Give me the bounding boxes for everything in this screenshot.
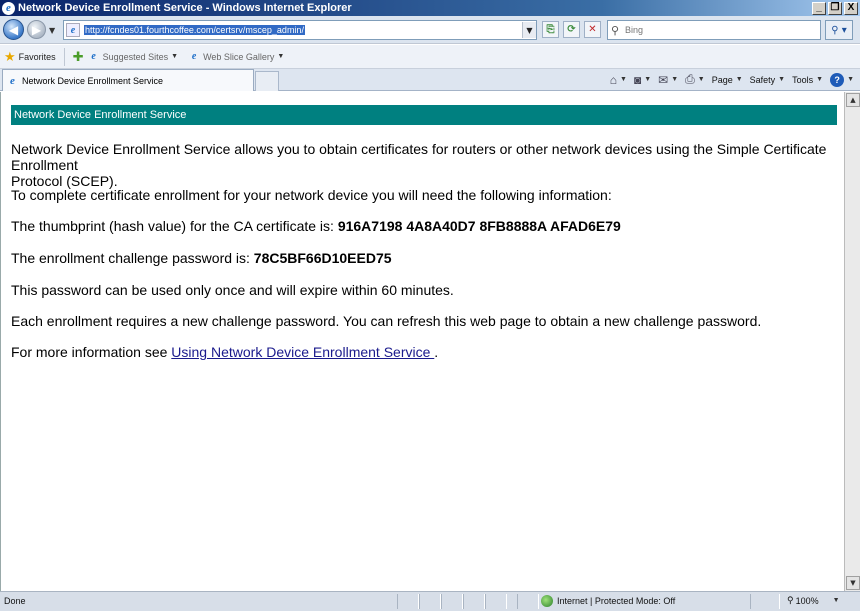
- page-header-band: Network Device Enrollment Service: [11, 105, 837, 125]
- ie-page-icon: e: [10, 74, 15, 87]
- search-input[interactable]: [625, 25, 805, 35]
- zoom-level: 100%: [795, 595, 819, 606]
- status-segment: [441, 594, 463, 609]
- thumbprint-line: The thumbprint (hash value) for the CA c…: [11, 218, 621, 234]
- safety-menu-label: Safety: [749, 74, 776, 85]
- restore-button[interactable]: ❐: [828, 1, 842, 15]
- chevron-down-icon: ▼: [171, 53, 179, 60]
- chevron-down-icon: ▼: [277, 53, 285, 60]
- home-button[interactable]: ⌂ ▼: [610, 73, 627, 87]
- status-text: Done: [4, 596, 26, 606]
- command-bar: ⌂ ▼ ◙ ▼ ✉ ▼ ⎙ ▼ Page ▼ Safety ▼ Tools ▼ ? ▼: [603, 72, 854, 87]
- status-segment: [750, 594, 780, 609]
- tab-title: Network Device Enrollment Service: [22, 75, 164, 86]
- navigation-bar: ◀ ▶ ▼ e http://fcndes01.fourthcoffee.com…: [0, 16, 860, 44]
- vertical-scrollbar[interactable]: ▲ ▼: [844, 92, 860, 591]
- feeds-button[interactable]: ◙ ▼: [634, 73, 651, 87]
- mail-icon: ✉: [658, 72, 669, 87]
- back-button[interactable]: ◀: [3, 19, 24, 40]
- stop-button[interactable]: ✕: [584, 21, 601, 38]
- favorites-button[interactable]: ★ Favorites: [4, 47, 65, 66]
- tab-bar: e Network Device Enrollment Service ⌂ ▼ ◙…: [0, 69, 860, 91]
- zoom-icon: ⚲: [787, 595, 794, 605]
- compatibility-view-button[interactable]: ⎘: [542, 21, 559, 38]
- password-value: 78C5BF66D10EED75: [253, 250, 392, 266]
- printer-icon: ⎙: [685, 72, 695, 86]
- favorites-label: Favorites: [18, 51, 56, 62]
- title-bar: e Network Device Enrollment Service - Wi…: [0, 0, 860, 16]
- intro-paragraph: Network Device Enrollment Service allows…: [11, 141, 844, 189]
- tab-current[interactable]: e Network Device Enrollment Service: [2, 69, 254, 91]
- safety-menu[interactable]: Safety ▼: [750, 75, 785, 85]
- address-bar[interactable]: e http://fcndes01.fourthcoffee.com/certs…: [63, 20, 537, 40]
- page-menu-label: Page: [711, 74, 733, 85]
- search-icon: ⚲: [611, 23, 620, 37]
- home-icon: ⌂: [609, 72, 618, 87]
- favorite-label: Web Slice Gallery: [203, 51, 275, 62]
- intro-line-1: Network Device Enrollment Service allows…: [11, 141, 827, 173]
- status-bar: Done Internet | Protected Mode: Off ⚲ 10…: [0, 591, 860, 611]
- need-info-text: To complete certificate enrollment for y…: [11, 187, 612, 203]
- favorite-web-slice-gallery[interactable]: e Web Slice Gallery ▼: [188, 51, 285, 63]
- help-icon: ?: [830, 72, 845, 87]
- password-line: The enrollment challenge password is: 78…: [11, 250, 392, 266]
- tools-menu[interactable]: Tools ▼: [792, 75, 823, 85]
- more-info-line: For more information see Using Network D…: [11, 344, 438, 360]
- more-info-suffix: .: [434, 344, 439, 360]
- status-segment: [463, 594, 485, 609]
- mail-button[interactable]: ✉ ▼: [658, 73, 678, 87]
- page-menu[interactable]: Page ▼: [712, 75, 743, 85]
- favorite-label: Suggested Sites: [102, 51, 169, 62]
- ie-page-icon: e: [91, 51, 96, 62]
- globe-icon: [541, 595, 553, 607]
- window-title: Network Device Enrollment Service - Wind…: [18, 2, 352, 14]
- rss-feed-icon: ◙: [633, 72, 642, 87]
- minimize-button[interactable]: _: [812, 1, 826, 15]
- page-icon: e: [66, 23, 80, 37]
- refresh-note: Each enrollment requires a new challenge…: [11, 313, 762, 329]
- ndes-help-link[interactable]: Using Network Device Enrollment Service: [171, 344, 434, 360]
- status-segment: [419, 594, 441, 609]
- favorite-suggested-sites[interactable]: e Suggested Sites ▼: [88, 51, 178, 63]
- new-tab-button[interactable]: [255, 71, 279, 91]
- search-button[interactable]: ⚲ ▾: [825, 20, 853, 40]
- refresh-button[interactable]: ⟳: [563, 21, 580, 38]
- favorites-bar: ★ Favorites ✚ e Suggested Sites ▼ e Web …: [0, 45, 860, 69]
- security-zone[interactable]: Internet | Protected Mode: Off: [541, 595, 675, 607]
- ie-page-icon: e: [191, 51, 197, 62]
- search-box[interactable]: ⚲: [607, 20, 821, 40]
- scroll-down-button[interactable]: ▼: [846, 576, 860, 590]
- thumbprint-value: 916A7198 4A8A40D7 8FB8888A AFAD6E79: [337, 218, 621, 234]
- star-icon: ★: [4, 48, 16, 64]
- tools-menu-label: Tools: [792, 74, 814, 85]
- print-button[interactable]: ⎙ ▼: [685, 72, 705, 87]
- status-segment: [485, 594, 507, 609]
- status-segment: [517, 594, 539, 609]
- address-url[interactable]: http://fcndes01.fourthcoffee.com/certsrv…: [84, 25, 305, 35]
- close-button[interactable]: X: [844, 1, 858, 15]
- address-dropdown-icon[interactable]: ▼: [522, 22, 536, 38]
- add-favorite-icon[interactable]: ✚: [73, 49, 84, 65]
- ie-logo-icon: e: [2, 1, 15, 15]
- zoom-control[interactable]: ⚲ 100% ▼: [787, 595, 840, 606]
- status-segment: [397, 594, 419, 609]
- password-label: The enrollment challenge password is:: [11, 250, 254, 266]
- password-note: This password can be used only once and …: [11, 282, 454, 298]
- more-info-prefix: For more information see: [11, 344, 172, 360]
- forward-button[interactable]: ▶: [27, 20, 46, 39]
- help-button[interactable]: ? ▼: [830, 72, 854, 87]
- chevron-down-icon: ▼: [832, 597, 840, 604]
- thumbprint-label: The thumbprint (hash value) for the CA c…: [11, 218, 338, 234]
- security-zone-label: Internet | Protected Mode: Off: [557, 596, 676, 606]
- history-dropdown-icon[interactable]: ▼: [49, 26, 55, 35]
- page-content: Network Device Enrollment Service Networ…: [0, 92, 844, 591]
- scroll-up-button[interactable]: ▲: [846, 93, 860, 107]
